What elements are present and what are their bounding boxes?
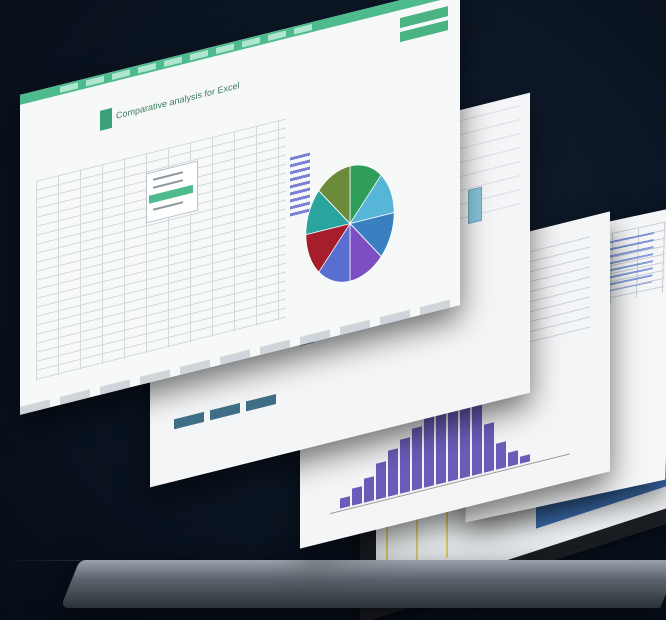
sheet-title: Comparative analysis for Excel (116, 80, 240, 121)
histogram-bar (400, 437, 410, 494)
histogram-bar (496, 440, 506, 470)
sheet-button (210, 402, 240, 421)
histogram-bar (340, 496, 350, 509)
comparison-table (36, 118, 286, 381)
dropdown-option (153, 201, 183, 211)
waterfall-buttons (174, 393, 276, 430)
hero-illustration: Comparative analysis for Excel (0, 0, 666, 620)
pie-chart (305, 164, 395, 283)
app-logo (100, 107, 112, 131)
sheet-button (246, 393, 276, 412)
histogram-bar (364, 476, 374, 503)
histogram-bar (424, 410, 434, 488)
histogram-bar (412, 425, 422, 491)
histogram-bar (388, 448, 398, 497)
laptop-base (60, 560, 666, 608)
histogram-bar (484, 422, 494, 473)
histogram-bar (508, 449, 518, 467)
waterfall-bar (468, 186, 482, 225)
sheet-menu (60, 22, 320, 93)
histogram-bar (376, 461, 386, 500)
histogram-bar (520, 454, 530, 464)
histogram-bar (352, 486, 362, 506)
histogram-bar (472, 401, 482, 476)
sheet-ribbon (20, 0, 460, 105)
sheet-button (174, 411, 204, 430)
